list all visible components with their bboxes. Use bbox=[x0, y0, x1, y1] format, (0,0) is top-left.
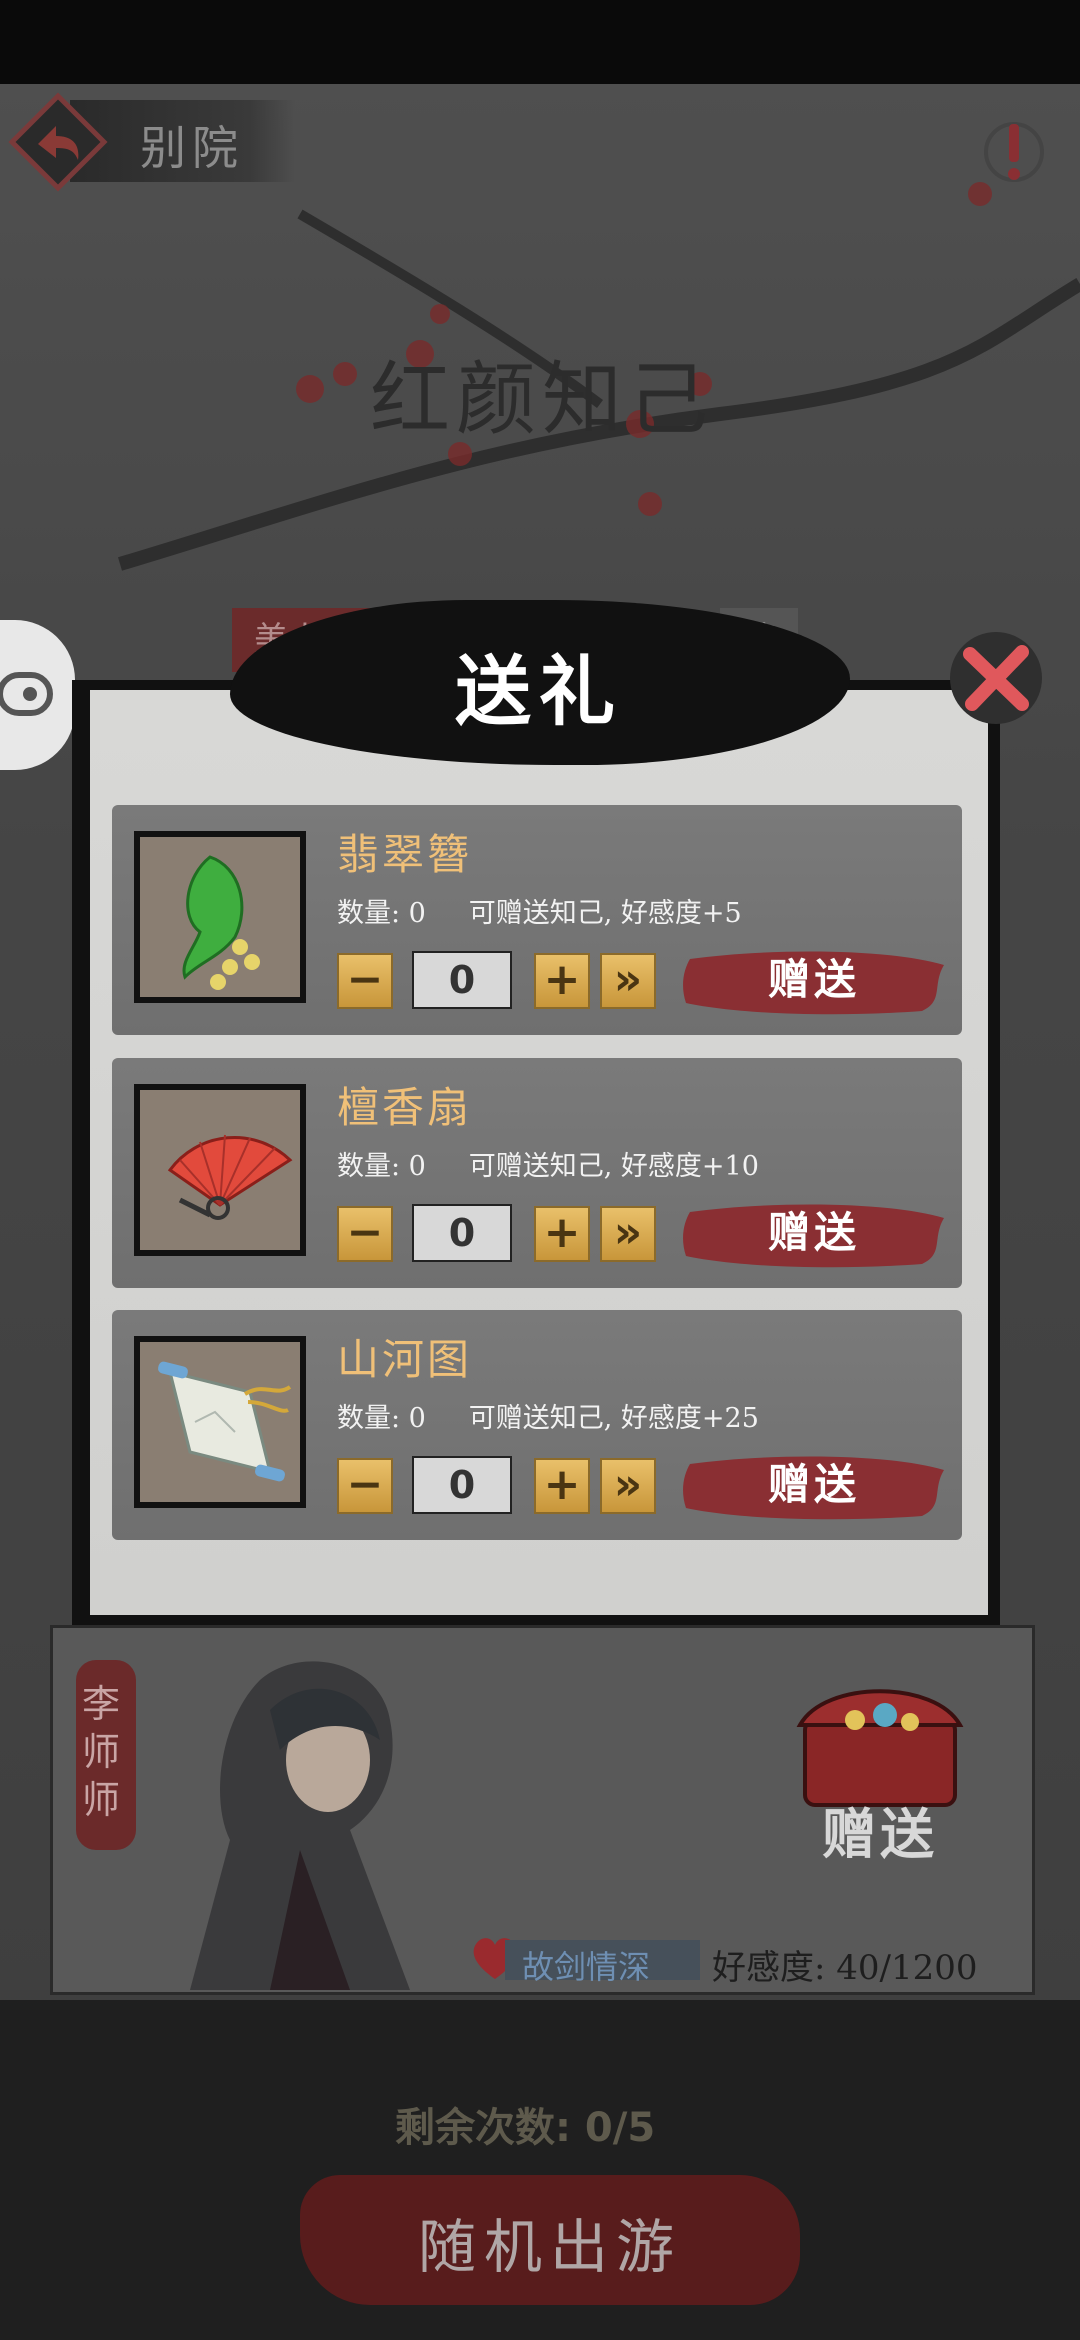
gift-chest-icon[interactable] bbox=[795, 1670, 965, 1810]
quantity-field[interactable]: 0 bbox=[412, 951, 512, 1009]
character-give-button[interactable]: 赠送 bbox=[822, 1790, 938, 1869]
gift-name: 山河图 bbox=[337, 1335, 473, 1384]
back-arrow-icon bbox=[8, 92, 108, 192]
alert-icon[interactable] bbox=[984, 112, 1044, 192]
gift-name: 翡翠簪 bbox=[337, 830, 473, 879]
side-gamepad-button[interactable] bbox=[0, 620, 75, 770]
back-button[interactable] bbox=[8, 92, 108, 192]
decrease-button[interactable]: − bbox=[337, 1458, 393, 1514]
decrease-button[interactable]: − bbox=[337, 953, 393, 1009]
jade-hairpin-icon bbox=[182, 855, 260, 990]
give-button-label: 赠送 bbox=[767, 1208, 860, 1257]
increase-button[interactable]: + bbox=[534, 1458, 590, 1514]
max-button[interactable]: » bbox=[600, 1458, 656, 1514]
sandalwood-fan-icon bbox=[167, 1134, 293, 1220]
gift-item: 翡翠簪 数量: 0 可赠送知己, 好感度+5 − 0 + » 赠送 bbox=[112, 805, 962, 1035]
gift-item: 檀香扇 数量: 0 可赠送知己, 好感度+10 − 0 + » 赠送 bbox=[112, 1058, 962, 1288]
gift-description: 数量: 0 可赠送知己, 好感度+25 bbox=[337, 1403, 759, 1434]
give-button[interactable]: 赠送 bbox=[682, 1198, 946, 1268]
close-icon bbox=[963, 645, 1029, 711]
max-button[interactable]: » bbox=[600, 1206, 656, 1262]
modal-title: 送礼 bbox=[455, 647, 623, 736]
status-bar bbox=[0, 0, 1080, 84]
gift-item: 山河图 数量: 0 可赠送知己, 好感度+25 − 0 + » 赠送 bbox=[112, 1310, 962, 1540]
max-button[interactable]: » bbox=[600, 953, 656, 1009]
increase-button[interactable]: + bbox=[534, 1206, 590, 1262]
give-button-label: 赠送 bbox=[767, 1460, 860, 1509]
give-button-label: 赠送 bbox=[767, 955, 860, 1004]
give-button[interactable]: 赠送 bbox=[682, 945, 946, 1015]
nav-title: 别院 bbox=[140, 121, 244, 175]
affinity-value: 好感度: 40/1200 bbox=[712, 1948, 978, 1988]
gift-description: 数量: 0 可赠送知己, 好感度+5 bbox=[337, 898, 742, 929]
bond-label: 故剑情深 bbox=[522, 1948, 651, 1986]
decrease-button[interactable]: − bbox=[337, 1206, 393, 1262]
gift-description: 数量: 0 可赠送知己, 好感度+10 bbox=[337, 1151, 759, 1182]
gamepad-icon bbox=[0, 672, 53, 716]
landscape-scroll-icon bbox=[158, 1361, 292, 1482]
page-title: 红颜知己 bbox=[370, 353, 714, 446]
remaining-count: 剩余次数: 0/5 bbox=[395, 2105, 656, 2151]
character-portrait bbox=[190, 1661, 410, 1990]
increase-button[interactable]: + bbox=[534, 953, 590, 1009]
give-button[interactable]: 赠送 bbox=[682, 1450, 946, 1520]
quantity-field[interactable]: 0 bbox=[412, 1204, 512, 1262]
quantity-field[interactable]: 0 bbox=[412, 1456, 512, 1514]
gift-name: 檀香扇 bbox=[337, 1083, 473, 1132]
random-outing-label: 随机出游 bbox=[417, 2213, 682, 2281]
close-button[interactable] bbox=[950, 632, 1042, 724]
character-name: 李师师 bbox=[82, 1682, 121, 1822]
